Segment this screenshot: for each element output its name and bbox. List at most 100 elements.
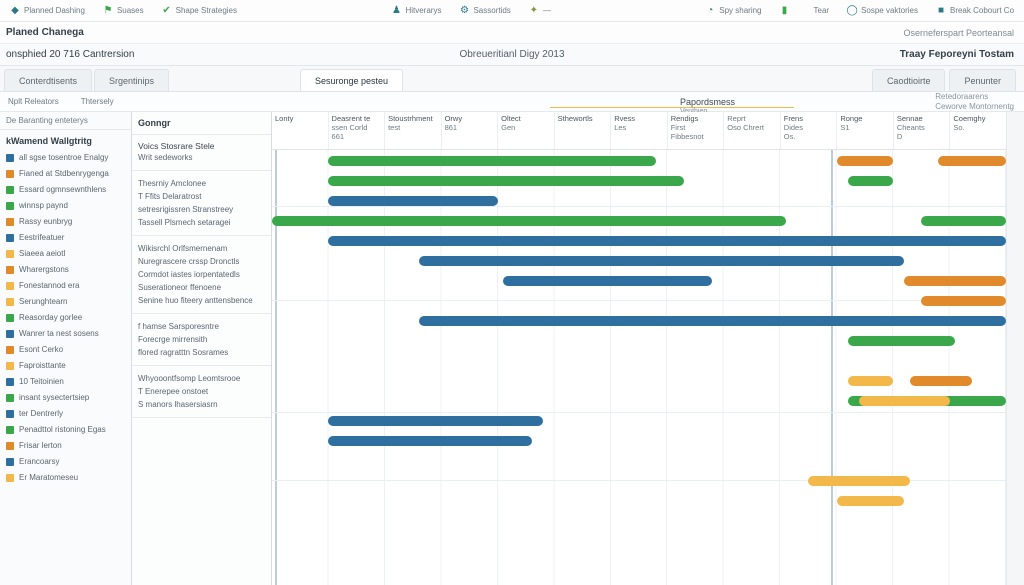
- sidebar-item[interactable]: Fianed at Stdbenrygenga: [0, 166, 131, 182]
- sidebar-item-label: Serunghtearn: [19, 296, 67, 308]
- gantt-bar[interactable]: [419, 316, 1006, 326]
- color-swatch: [6, 314, 14, 322]
- main-area: De Baranting enteterys kWamend Wallgtrit…: [0, 112, 1024, 585]
- gantt-bar[interactable]: [328, 176, 684, 186]
- sidebar-item[interactable]: insant sysectertsiep: [0, 390, 131, 406]
- panel-line: Writ sedeworks: [138, 151, 265, 164]
- timeline-column: RendigsFirstFibbesnot: [668, 112, 725, 149]
- sidebar-item[interactable]: Rassy eunbryg: [0, 214, 131, 230]
- color-swatch: [6, 202, 14, 210]
- metrics-link[interactable]: Retedoraarens: [935, 92, 1014, 102]
- gantt-bar[interactable]: [808, 476, 910, 486]
- flag-icon: ⚑: [103, 6, 113, 16]
- sidebar-item[interactable]: Wharergstons: [0, 262, 131, 278]
- topbar-item[interactable]: ▮: [780, 6, 790, 16]
- tab-contendents[interactable]: Conterdtisents: [4, 69, 92, 91]
- sidebar-item[interactable]: Esont Cerko: [0, 342, 131, 358]
- gantt-bar[interactable]: [419, 256, 905, 266]
- gantt-bar[interactable]: [848, 176, 893, 186]
- sidebar-item-label: winnsp paynd: [19, 200, 68, 212]
- clock-icon: ◔: [705, 6, 715, 16]
- col-line: Os.: [784, 132, 834, 141]
- col-line: Coemghy: [953, 114, 1003, 123]
- gantt-bar[interactable]: [848, 376, 893, 386]
- sidebar-item-label: Siaeea aeiotl: [19, 248, 65, 260]
- sidebar-item-label: Essard ogmnsewnthlens: [19, 184, 106, 196]
- topbar-center-group: ♟Hitverarys ⚙Sassortids ✦—: [391, 6, 550, 16]
- col-line: Oltect: [501, 114, 551, 123]
- gantt-bar[interactable]: [904, 276, 1006, 286]
- topbar-right-b: Tear ◯Sospe vaktories ■Break Cobourt Co: [814, 6, 1015, 16]
- gantt-bar[interactable]: [837, 156, 893, 166]
- gantt-bar[interactable]: [910, 376, 972, 386]
- row-divider: [272, 206, 1006, 207]
- panel-group: Whyooontfsomp LeomtsrooeT Enerepee onsto…: [132, 366, 271, 418]
- tab-center-active[interactable]: Sesuronge pesteu: [300, 69, 403, 91]
- sidebar-item-label: Fonestannod era: [19, 280, 80, 292]
- gantt-bar[interactable]: [837, 496, 905, 506]
- sidebar-item[interactable]: Penadttol ristoning Egas: [0, 422, 131, 438]
- tab-penunter[interactable]: Penunter: [949, 69, 1016, 91]
- metrics-link[interactable]: Ceworve Montornentg: [935, 102, 1014, 112]
- sidebar-item[interactable]: Erancoarsy: [0, 454, 131, 470]
- sidebar-head: De Baranting enteterys: [0, 112, 131, 130]
- col-line: First: [671, 123, 721, 132]
- tab-caodtioirte[interactable]: Caodtioirte: [872, 69, 946, 91]
- sidebar-item-label: insant sysectertsiep: [19, 392, 89, 404]
- panel-group: Wikisrchl OrlfsmernenamNuregrascere crss…: [132, 236, 271, 314]
- gantt-bar[interactable]: [328, 156, 655, 166]
- header-band: Planed Chanega Oserneferspart Peorteansa…: [0, 22, 1024, 44]
- timeline-column: ReprtOso Chrert: [724, 112, 781, 149]
- sidebar-item[interactable]: all sgse tosentroe Enalgy: [0, 150, 131, 166]
- gantt-bar[interactable]: [921, 216, 1006, 226]
- gantt-bar[interactable]: [503, 276, 712, 286]
- topbar-label: Tear: [814, 6, 830, 15]
- gantt-bar[interactable]: [938, 156, 1006, 166]
- sidebar-item[interactable]: 10 Teitoinien: [0, 374, 131, 390]
- color-swatch: [6, 298, 14, 306]
- sidebar-item[interactable]: Eestrifeatuer: [0, 230, 131, 246]
- gantt-bar[interactable]: [272, 216, 786, 226]
- col-line: 661: [332, 132, 382, 141]
- sidebar-item[interactable]: Wanrer ta nest sosens: [0, 326, 131, 342]
- sidebar-item-label: Reasorday gorlee: [19, 312, 82, 324]
- sidebar-item[interactable]: winnsp paynd: [0, 198, 131, 214]
- topbar-item[interactable]: ♟Hitverarys: [391, 6, 441, 16]
- sidebar-item[interactable]: ter Dentrerly: [0, 406, 131, 422]
- sidebar-item[interactable]: Essard ogmnsewnthlens: [0, 182, 131, 198]
- topbar-item[interactable]: ⚙Sassortids: [459, 6, 510, 16]
- tab-srgentinips[interactable]: Srgentinips: [94, 69, 169, 91]
- sidebar-item[interactable]: Serunghtearn: [0, 294, 131, 310]
- gantt-bar[interactable]: [921, 296, 1006, 306]
- gantt-bar[interactable]: [328, 416, 543, 426]
- topbar-item[interactable]: Tear: [814, 6, 830, 15]
- topbar-item[interactable]: ✦—: [529, 6, 551, 16]
- col-line: Gen: [501, 123, 551, 132]
- gantt-bar[interactable]: [328, 436, 531, 446]
- timeline-column: Stoustrhmenttest: [385, 112, 442, 149]
- sidebar-item[interactable]: Faproisttante: [0, 358, 131, 374]
- far-right-strip: [1006, 112, 1024, 585]
- col-line: test: [388, 123, 438, 132]
- color-swatch: [6, 346, 14, 354]
- sidebar-item[interactable]: Siaeea aeiotl: [0, 246, 131, 262]
- topbar-item[interactable]: ■Break Cobourt Co: [936, 6, 1014, 16]
- gantt-bar[interactable]: [328, 236, 1006, 246]
- sidebar-item[interactable]: Frisar lerton: [0, 438, 131, 454]
- topbar-item[interactable]: ✔Shape Strategies: [162, 6, 237, 16]
- topbar-item[interactable]: ◯Sospe vaktories: [847, 6, 918, 16]
- topbar-item[interactable]: ◔Spy sharing: [705, 6, 761, 16]
- gear-icon: ⚙: [459, 6, 469, 16]
- col-line: ssen Corld: [332, 123, 382, 132]
- col-line: Frens: [784, 114, 834, 123]
- gantt-bar[interactable]: [859, 396, 949, 406]
- color-swatch: [6, 186, 14, 194]
- gantt-bar[interactable]: [848, 336, 955, 346]
- topbar-item[interactable]: ◆Planned Dashing: [10, 6, 85, 16]
- topbar-item[interactable]: ⚑Suases: [103, 6, 144, 16]
- gantt-bar[interactable]: [328, 196, 497, 206]
- sidebar-item[interactable]: Reasorday gorlee: [0, 310, 131, 326]
- sidebar-item[interactable]: Fonestannod era: [0, 278, 131, 294]
- sidebar-item[interactable]: Er Maratomeseu: [0, 470, 131, 486]
- sidebar: De Baranting enteterys kWamend Wallgtrit…: [0, 112, 132, 585]
